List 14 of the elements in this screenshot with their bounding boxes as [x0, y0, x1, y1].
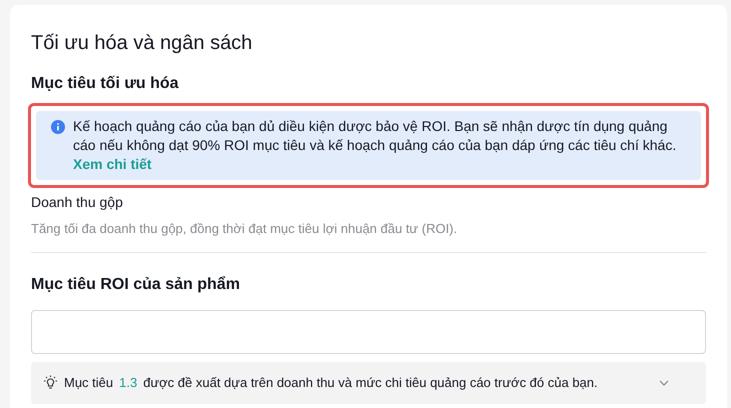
chevron-icon: [658, 378, 670, 386]
notice-text: Kế hoạch quảng cáo của bạn dủ diều kiện dược bảo vệ ROI. Bạn sẽ nhận dược tín dụng quảng cáo nếu không dạt 90% ROI mục tiêu và kế hoạch quảng cáo của bạn dáp ứng các tiêu chí khác.: [73, 117, 678, 155]
suggestion-text: được đề xuất dựa trên doanh thu và mức chi tiêu quảng cáo trước đó của bạn.: [143, 374, 599, 392]
suggestion-prefix: Mục tiêu: [64, 374, 114, 392]
option-description: Tăng tối đa doanh thu gộp, đồng thời đạt mục tiêu lợi nhuận đầu tư (ROI).: [31, 220, 458, 238]
section-heading: Mục tiêu tối ưu hóa: [31, 74, 180, 94]
section-heading: Mục tiêu ROI của sản phẩm: [31, 274, 241, 294]
info-icon: [51, 120, 65, 134]
lightbulb-icon: [43, 375, 58, 390]
roi-input-field[interactable]: [31, 310, 706, 354]
suggestion-bar[interactable]: Mục tiêu 1.3 được đề xuất dựa trên doanh thu và mức chi tiêu quảng cáo trước đó của bạn.: [31, 362, 706, 404]
suggested-value: 1.3: [119, 374, 138, 392]
option-title: Doanh thu gộp: [31, 193, 124, 212]
section-title: Tối ưu hóa và ngân sách: [31, 31, 254, 55]
